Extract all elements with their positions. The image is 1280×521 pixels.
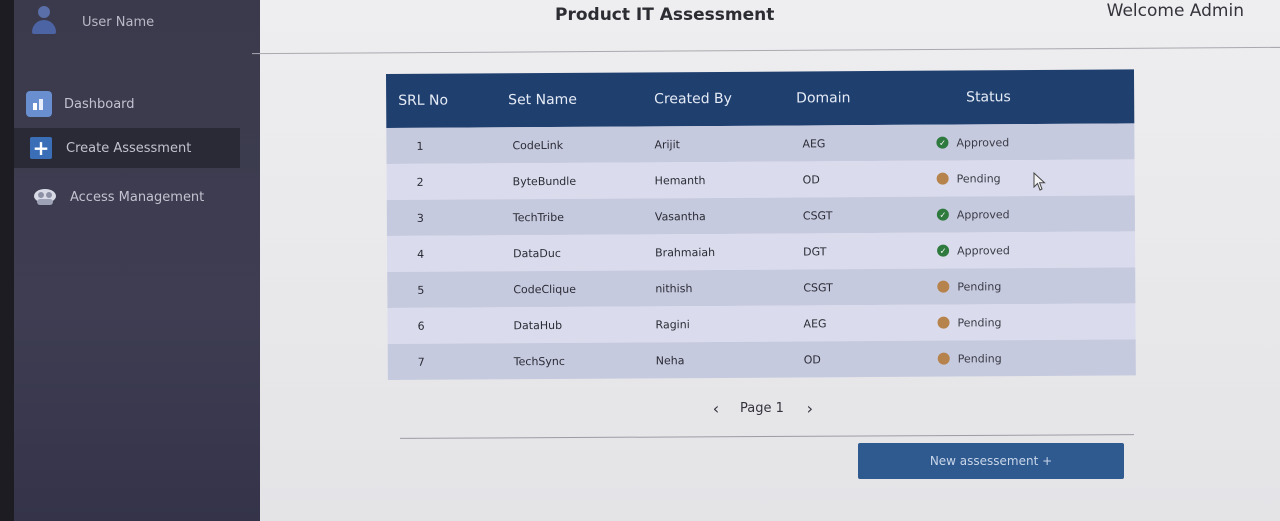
user-name: User Name <box>82 14 155 30</box>
cell-domain: CSGT <box>802 208 833 222</box>
column-header-srl[interactable]: SRL No <box>386 92 508 109</box>
plus-icon: + <box>30 136 52 160</box>
status-badge: Approved <box>956 207 1010 222</box>
sidebar-item-access-management[interactable]: Access Management <box>14 177 260 217</box>
cell-set-name: DataHub <box>513 318 563 332</box>
table-header: SRL No Set Name Created By Domain Status <box>386 69 1135 128</box>
pending-dot-icon <box>937 316 950 329</box>
column-header-created-by[interactable]: Created By <box>654 90 796 107</box>
sidebar-item-label: Access Management <box>70 189 205 205</box>
user-profile[interactable]: User Name <box>32 6 154 36</box>
sidebar: User Name Dashboard + Create Assessment … <box>14 0 260 521</box>
cloud-users-icon <box>32 184 58 210</box>
avatar-icon <box>32 6 56 36</box>
dashboard-icon <box>26 91 52 117</box>
cell-domain: DGT <box>803 244 827 258</box>
cell-created-by: Brahmaiah <box>655 245 716 259</box>
cell-srl: 2 <box>416 175 424 189</box>
main-content: Product IT Assessment Welcome Admin SRL … <box>252 0 1280 521</box>
pending-dot-icon <box>936 172 949 185</box>
welcome-text: Welcome Admin <box>1106 1 1244 21</box>
cell-srl: 3 <box>416 211 424 225</box>
cell-created-by: Neha <box>655 353 685 367</box>
status-badge: Pending <box>956 171 1001 186</box>
table-row[interactable]: 5 CodeClique nithish CSGT Pending <box>387 267 1136 308</box>
cell-set-name: CodeLink <box>512 138 564 152</box>
cell-domain: AEG <box>803 316 827 330</box>
sidebar-item-label: Dashboard <box>64 96 135 112</box>
cell-set-name: CodeClique <box>513 282 577 296</box>
sidebar-item-label: Create Assessment <box>66 140 192 156</box>
new-assessment-button[interactable]: New assessement + <box>858 443 1124 479</box>
table-row[interactable]: 3 TechTribe Vasantha CSGT ✓ Approved <box>386 195 1135 236</box>
cell-srl: 1 <box>416 139 424 153</box>
cell-set-name: TechSync <box>513 354 565 368</box>
cell-created-by: Ragini <box>655 317 690 331</box>
status-badge: Approved <box>957 243 1010 258</box>
cell-domain: OD <box>803 352 821 366</box>
cell-srl: 6 <box>417 319 425 333</box>
cell-domain: AEG <box>802 136 826 150</box>
cell-domain: OD <box>802 172 820 186</box>
page-title: Product IT Assessment <box>555 5 775 25</box>
cell-srl: 4 <box>417 247 425 261</box>
page-indicator: Page 1 <box>740 401 784 416</box>
approved-check-icon: ✓ <box>936 136 949 149</box>
cell-set-name: DataDuc <box>513 246 561 260</box>
approved-check-icon: ✓ <box>937 244 950 257</box>
status-badge: Approved <box>956 135 1010 150</box>
table-row[interactable]: 2 ByteBundle Hemanth OD Pending <box>386 159 1135 200</box>
approved-check-icon: ✓ <box>936 208 949 221</box>
pending-dot-icon <box>937 280 950 293</box>
status-badge: Pending <box>957 315 1002 330</box>
cell-created-by: Arijit <box>654 137 681 151</box>
screen-bezel <box>0 0 14 521</box>
cell-created-by: nithish <box>655 281 693 295</box>
pending-dot-icon <box>937 352 950 365</box>
next-page-icon[interactable]: › <box>800 399 820 418</box>
sidebar-item-create-assessment[interactable]: + Create Assessment <box>14 128 240 168</box>
cell-srl: 7 <box>417 355 425 369</box>
cell-set-name: ByteBundle <box>512 174 577 188</box>
footer-divider <box>400 434 1134 439</box>
column-header-domain[interactable]: Domain <box>796 90 936 106</box>
table-row[interactable]: 7 TechSync Neha OD Pending <box>387 339 1136 380</box>
table-row[interactable]: 6 DataHub Ragini AEG Pending <box>387 303 1136 344</box>
prev-page-icon[interactable]: ‹ <box>706 399 726 418</box>
status-badge: Pending <box>957 279 1002 294</box>
column-header-status[interactable]: Status <box>936 88 1134 105</box>
cell-domain: CSGT <box>803 280 833 294</box>
cell-created-by: Vasantha <box>654 209 706 223</box>
pagination: ‹ Page 1 › <box>706 399 820 418</box>
status-badge: Pending <box>957 351 1002 366</box>
cell-created-by: Hemanth <box>654 173 706 187</box>
header-divider <box>252 46 1280 55</box>
assessment-table: SRL No Set Name Created By Domain Status… <box>386 69 1136 380</box>
column-header-set-name[interactable]: Set Name <box>508 91 654 108</box>
sidebar-item-dashboard[interactable]: Dashboard <box>14 84 260 124</box>
mouse-cursor-icon <box>1033 172 1046 191</box>
cell-srl: 5 <box>417 283 425 297</box>
table-row[interactable]: 1 CodeLink Arijit AEG ✓ Approved <box>386 123 1135 164</box>
cell-set-name: TechTribe <box>512 210 564 224</box>
table-row[interactable]: 4 DataDuc Brahmaiah DGT ✓ Approved <box>386 231 1136 272</box>
